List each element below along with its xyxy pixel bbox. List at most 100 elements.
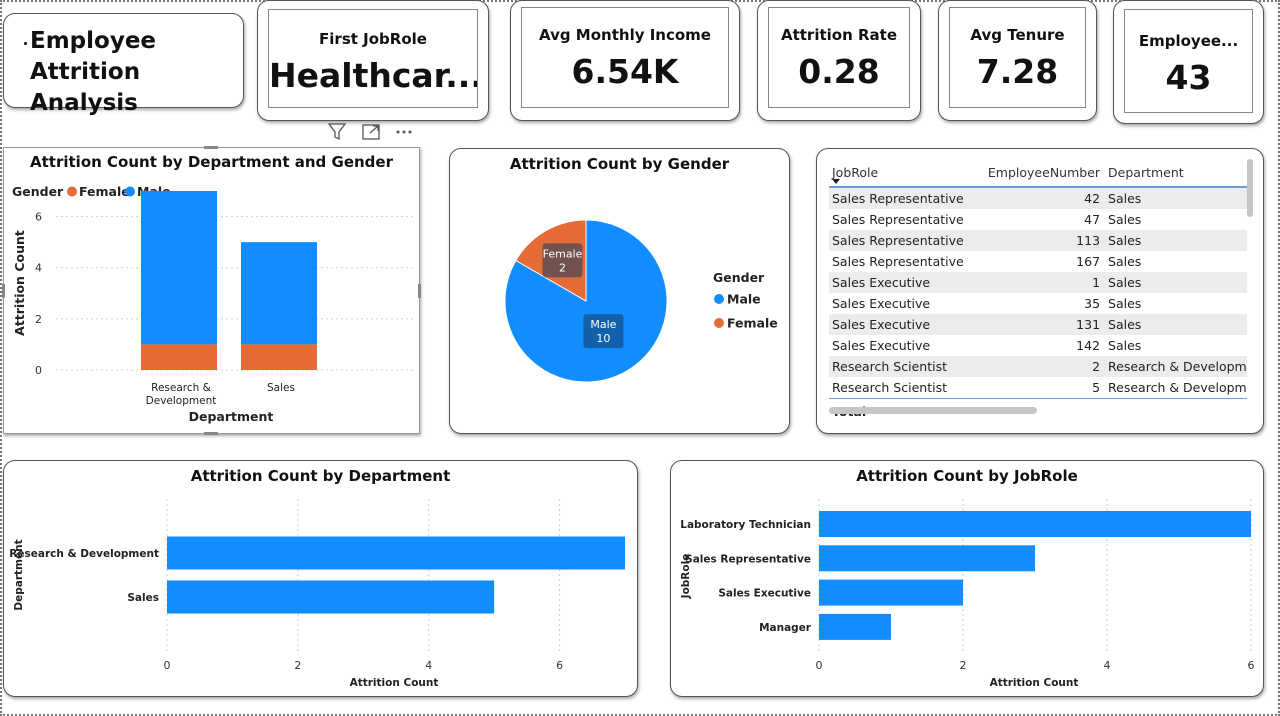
bar: [167, 580, 495, 614]
kpi-label: Employee...: [1138, 32, 1239, 50]
table-cell: Research & Developme: [1108, 359, 1247, 374]
x-tick-label: Sales: [267, 382, 295, 394]
chart-attrition-by-dept-gender[interactable]: Attrition Count by Department and Gender…: [2, 146, 421, 435]
kpi-inner: Attrition Rate 0.28: [768, 7, 910, 108]
table-cell: Sales Representative: [832, 254, 964, 269]
table-cell: 113: [1076, 233, 1101, 248]
x-axis-title: Department: [189, 409, 274, 424]
chart-attrition-by-department[interactable]: Attrition Count by Department 0 2 4 6 Resear…: [3, 460, 638, 697]
x-tick-label: Research &: [151, 382, 211, 394]
kpi-value: 0.28: [798, 52, 880, 91]
data-label-name: Female: [543, 247, 583, 260]
y-tick-label: Sales Executive: [718, 588, 811, 600]
x-tick-label: 4: [425, 659, 432, 672]
x-tick-label: 0: [164, 659, 171, 672]
table-row[interactable]: Research Scientist 5 Research & Developme: [829, 377, 1247, 398]
data-label-name: Male: [590, 318, 616, 331]
stacked-column-chart: GenderFemaleMale0246Attrition CountResea…: [12, 184, 414, 424]
column-header-department[interactable]: Department: [1108, 165, 1247, 180]
resize-handle-top[interactable]: [204, 146, 218, 149]
table-cell: Sales: [1108, 233, 1142, 248]
table-cell: Sales Representative: [832, 233, 964, 248]
column-header-employeenumber[interactable]: EmployeeNumber: [981, 165, 1108, 180]
kpi-inner: Avg Tenure 7.28: [949, 7, 1086, 108]
sort-descending-icon[interactable]: [832, 179, 840, 184]
x-axis-title: Attrition Count: [990, 677, 1079, 689]
kpi-label: Avg Monthly Income: [539, 26, 711, 44]
horizontal-scrollbar[interactable]: [829, 407, 1037, 414]
table-header: JobRole EmployeeNumber Department: [829, 159, 1247, 188]
table-cell: 1: [1092, 275, 1101, 290]
kpi-inner: Avg Monthly Income 6.54K: [521, 7, 729, 108]
kpi-inner: Employee... 43: [1124, 9, 1253, 113]
bar-male: [141, 191, 217, 345]
y-axis-title: Department: [13, 539, 25, 610]
x-tick-label: 6: [1248, 659, 1255, 672]
kpi-value: 43: [1165, 58, 1212, 97]
table-cell: Sales: [1108, 191, 1142, 206]
kpi-card-avg-monthly-income[interactable]: Avg Monthly Income 6.54K: [510, 0, 740, 121]
resize-handle-left[interactable]: [2, 284, 5, 298]
x-tick-label: 0: [816, 659, 823, 672]
table-cell: Research Scientist: [832, 359, 947, 374]
pie-chart: Male10Female2GenderMaleFemale: [504, 219, 778, 383]
resize-handle-right[interactable]: [418, 284, 421, 298]
vertical-scrollbar[interactable]: [1247, 159, 1253, 217]
x-axis-title: Attrition Count: [350, 677, 439, 689]
y-tick-label: Research & Development: [9, 548, 159, 560]
y-tick-label: Sales Representative: [685, 553, 811, 565]
y-tick-label: Sales: [127, 592, 159, 604]
table-cell: Sales: [1108, 296, 1142, 311]
y-tick-label: 6: [35, 211, 42, 224]
focus-mode-icon[interactable]: [362, 124, 380, 140]
y-tick-label: Manager: [759, 622, 812, 634]
legend-label-female: Female: [79, 184, 130, 199]
kpi-card-employee-count[interactable]: Employee... 43: [1113, 0, 1264, 124]
kpi-card-first-jobrole[interactable]: First JobRole Healthcar...: [257, 0, 489, 121]
table-cell: Sales Executive: [832, 338, 931, 353]
table-row[interactable]: Sales Representative 167 Sales: [829, 251, 1247, 272]
table-cell: 142: [1076, 338, 1101, 353]
table-cell: Research & Developme: [1108, 380, 1247, 395]
column-header-jobrole[interactable]: JobRole: [829, 165, 981, 180]
table-cell: Research Scientist: [832, 380, 947, 395]
x-tick-label: 4: [1104, 659, 1111, 672]
y-tick-label: Laboratory Technician: [680, 519, 811, 531]
data-label-value: 2: [559, 261, 566, 274]
x-tick-label: 2: [960, 659, 967, 672]
table-cell: 167: [1076, 254, 1101, 269]
table-row[interactable]: Sales Representative 113 Sales: [829, 230, 1247, 251]
table-cell: 42: [1084, 191, 1101, 206]
bar-male: [241, 242, 317, 345]
table-row[interactable]: Sales Executive 142 Sales: [829, 335, 1247, 356]
bar: [819, 545, 1035, 572]
toolbar-icons: [327, 123, 412, 141]
table-row[interactable]: Sales Representative 42 Sales: [829, 188, 1247, 209]
bar: [167, 536, 625, 570]
employee-table[interactable]: JobRole EmployeeNumber Department Sales …: [816, 148, 1264, 434]
bar-female: [141, 344, 217, 370]
more-options-icon[interactable]: [396, 130, 412, 134]
legend-title: Gender: [713, 270, 765, 285]
table-row[interactable]: Sales Executive 131 Sales: [829, 314, 1247, 335]
table-row[interactable]: Sales Executive 1 Sales: [829, 272, 1247, 293]
horizontal-bar-chart: 0 2 4 6 Research & Development Sales Attrition…: [9, 499, 625, 689]
table-cell: Sales Executive: [832, 275, 931, 290]
chart-attrition-by-gender[interactable]: Attrition Count by Gender Male 10 Female 2 G…: [449, 148, 790, 434]
table-cell: 5: [1092, 380, 1101, 395]
table-row[interactable]: Research Scientist 2 Research & Developme: [829, 356, 1247, 377]
kpi-label: Avg Tenure: [970, 26, 1065, 44]
table-cell: 2: [1092, 359, 1101, 374]
visual-header-toolbar: [326, 122, 418, 142]
legend-marker-female: [714, 318, 724, 328]
chart-attrition-by-jobrole[interactable]: Attrition Count by JobRole 0 2 4 6 Laborator…: [670, 460, 1264, 697]
kpi-card-avg-tenure[interactable]: Avg Tenure 7.28: [938, 0, 1097, 121]
filter-icon[interactable]: [327, 123, 347, 141]
title-dot: [24, 42, 27, 45]
table-row[interactable]: Sales Representative 47 Sales: [829, 209, 1247, 230]
x-tick-label: 6: [556, 659, 563, 672]
legend-marker-male: [125, 186, 135, 197]
table-row[interactable]: Sales Executive 35 Sales: [829, 293, 1247, 314]
resize-handle-bottom[interactable]: [204, 432, 218, 435]
kpi-card-attrition-rate[interactable]: Attrition Rate 0.28: [757, 0, 921, 121]
